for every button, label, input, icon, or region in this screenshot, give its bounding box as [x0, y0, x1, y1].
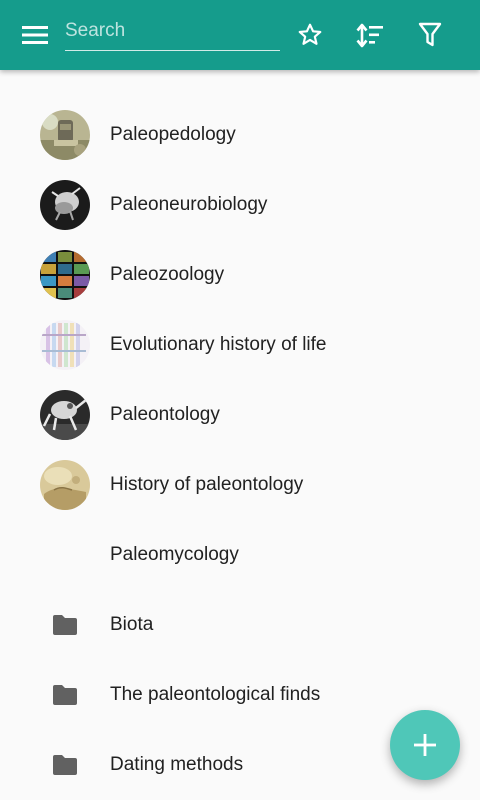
- item-thumbnail: [40, 250, 90, 300]
- item-thumbnail: [40, 320, 90, 370]
- menu-button[interactable]: [11, 11, 59, 59]
- item-label: History of paleontology: [110, 474, 304, 495]
- plus-icon: [414, 734, 436, 756]
- sort-icon: [356, 23, 383, 48]
- list-item[interactable]: Paleoneurobiology: [0, 170, 480, 240]
- folder-icon: [53, 615, 77, 635]
- folder-item[interactable]: Biota: [0, 590, 480, 660]
- folder-icon: [53, 755, 77, 775]
- search-input[interactable]: [65, 14, 280, 48]
- item-thumbnail: [40, 390, 90, 440]
- list-item[interactable]: Evolutionary history of life: [0, 310, 480, 380]
- sort-button[interactable]: [346, 11, 394, 59]
- item-label: Paleontology: [110, 404, 220, 425]
- list-item[interactable]: Paleontology: [0, 380, 480, 450]
- item-label: Paleopedology: [110, 124, 236, 145]
- item-thumbnail: [40, 460, 90, 510]
- list-item[interactable]: History of paleontology: [0, 450, 480, 520]
- filter-icon: [418, 22, 442, 47]
- item-label: Biota: [110, 614, 154, 635]
- list-item[interactable]: Paleozoology: [0, 240, 480, 310]
- folder-icon: [53, 685, 77, 705]
- add-button[interactable]: [390, 710, 460, 780]
- menu-icon: [22, 26, 48, 44]
- item-label: The paleontological finds: [110, 684, 321, 705]
- item-label: Dating methods: [110, 754, 244, 775]
- item-thumbnail: [40, 180, 90, 230]
- list-item[interactable]: Paleomycology: [0, 520, 480, 590]
- item-thumbnail: [40, 110, 90, 160]
- item-label: Paleozoology: [110, 264, 225, 285]
- item-list: Paleopedology Paleoneurobiology Paleozoo…: [0, 100, 480, 800]
- list-item[interactable]: Paleopedology: [0, 100, 480, 170]
- filter-button[interactable]: [406, 11, 454, 59]
- app-bar: [0, 0, 480, 70]
- item-label: Paleoneurobiology: [110, 194, 268, 215]
- favorites-button[interactable]: [286, 11, 334, 59]
- item-label: Evolutionary history of life: [110, 334, 327, 355]
- star-outline-icon: [298, 23, 322, 45]
- item-label: Paleomycology: [110, 544, 239, 565]
- search-field[interactable]: [65, 14, 280, 51]
